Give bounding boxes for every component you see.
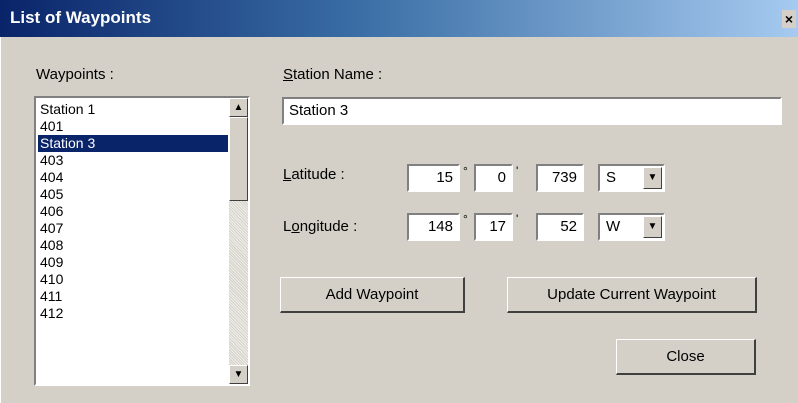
dropdown-arrow-icon[interactable]: ▼ xyxy=(643,216,662,238)
longitude-hemisphere-select[interactable]: W ▼ xyxy=(598,213,665,241)
longitude-degrees-input[interactable]: 148 xyxy=(407,213,460,241)
scroll-down-button[interactable]: ▼ xyxy=(229,365,248,384)
scroll-up-button[interactable]: ▲ xyxy=(229,98,248,117)
longitude-degree-symbol: ° xyxy=(463,212,468,226)
list-item[interactable]: 401 xyxy=(38,118,228,135)
longitude-label-accel: o xyxy=(291,218,300,235)
longitude-minutes-input[interactable]: 17 xyxy=(474,213,513,241)
up-arrow-icon: ▲ xyxy=(233,102,244,113)
window-frame xyxy=(0,37,9,403)
dropdown-arrow-icon[interactable]: ▼ xyxy=(643,167,662,189)
latitude-degree-symbol: ° xyxy=(463,164,468,178)
latitude-seconds-input[interactable]: 739 xyxy=(536,164,584,192)
list-item[interactable]: 411 xyxy=(38,288,228,305)
latitude-label-text: atitude : xyxy=(291,166,345,183)
list-item[interactable]: 409 xyxy=(38,254,228,271)
waypoints-list: Station 1 401 Station 3 403 404 405 406 407 408 4… xyxy=(38,101,228,322)
list-item[interactable]: 407 xyxy=(38,220,228,237)
list-item[interactable]: 412 xyxy=(38,305,228,322)
list-item[interactable]: 403 xyxy=(38,152,228,169)
down-arrow-icon: ▼ xyxy=(233,369,244,380)
waypoints-label: Waypoints : xyxy=(36,66,114,83)
station-name-input[interactable]: Station 3 xyxy=(282,97,782,125)
title-bar[interactable]: List of Waypoints × xyxy=(0,0,798,37)
list-item[interactable]: 405 xyxy=(38,186,228,203)
station-name-label: Station Name : xyxy=(283,66,382,83)
longitude-label-text: ngitude : xyxy=(299,218,358,235)
list-item[interactable]: 408 xyxy=(38,237,228,254)
latitude-minute-symbol: ' xyxy=(516,164,519,178)
station-name-label-text: tation Name : xyxy=(293,66,383,83)
latitude-label: Latitude : xyxy=(283,166,345,183)
add-waypoint-button[interactable]: Add Waypoint xyxy=(280,277,465,313)
list-item[interactable]: 410 xyxy=(38,271,228,288)
longitude-label: Longitude : xyxy=(283,218,357,235)
list-item[interactable]: 404 xyxy=(38,169,228,186)
longitude-minute-symbol: ' xyxy=(516,212,519,226)
close-button[interactable]: Close xyxy=(616,339,756,375)
longitude-seconds-input[interactable]: 52 xyxy=(536,213,584,241)
list-item[interactable]: Station 3 xyxy=(38,135,228,152)
update-current-waypoint-button[interactable]: Update Current Waypoint xyxy=(507,277,757,313)
latitude-hemisphere-value: S xyxy=(606,169,617,186)
listbox-scrollbar[interactable]: ▲ ▼ xyxy=(229,98,248,384)
list-item[interactable]: Station 1 xyxy=(38,101,228,118)
latitude-minutes-input[interactable]: 0 xyxy=(474,164,513,192)
latitude-degrees-input[interactable]: 15 xyxy=(407,164,460,192)
list-item[interactable]: 406 xyxy=(38,203,228,220)
latitude-hemisphere-select[interactable]: S ▼ xyxy=(598,164,665,192)
scroll-thumb[interactable] xyxy=(229,117,248,201)
waypoints-listbox[interactable]: Station 1 401 Station 3 403 404 405 406 407 408 4… xyxy=(34,96,250,386)
longitude-hemisphere-value: W xyxy=(606,218,621,235)
station-name-label-accel: S xyxy=(283,66,294,83)
window-title: List of Waypoints xyxy=(10,8,152,27)
close-icon[interactable]: × xyxy=(782,10,796,28)
